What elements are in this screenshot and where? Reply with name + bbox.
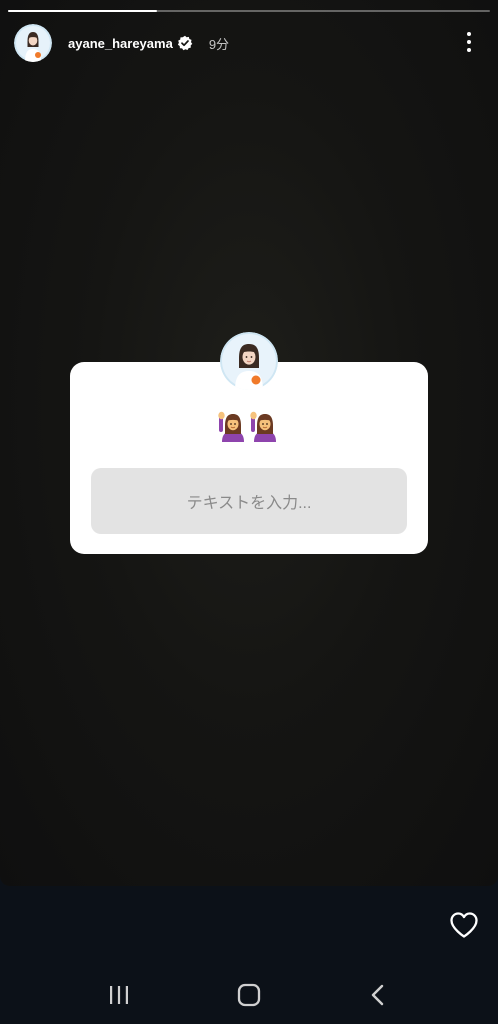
question-text-input[interactable]: テキストを入力...: [91, 468, 407, 534]
back-icon[interactable]: [363, 980, 393, 1010]
story-timestamp: 9分: [208, 36, 230, 52]
more-dot: [467, 48, 471, 52]
instagram-story-screen: ayane_hareyama 9分 テキストを入力...: [0, 0, 498, 1024]
story-header: ayane_hareyama 9分: [14, 24, 229, 62]
user-avatar[interactable]: [14, 24, 52, 62]
sticker-emoji-row: [70, 410, 428, 447]
recent-apps-icon[interactable]: [104, 980, 134, 1010]
raising-hand-emoji-icon: [250, 410, 280, 447]
more-dot: [467, 40, 471, 44]
story-progress-bar: [8, 10, 490, 12]
sticker-avatar: [220, 332, 278, 390]
story-viewer[interactable]: ayane_hareyama 9分 テキストを入力...: [0, 0, 498, 886]
question-sticker: テキストを入力...: [70, 332, 428, 554]
more-options-icon[interactable]: [460, 30, 478, 54]
raising-hand-emoji-icon: [218, 410, 248, 447]
story-progress-fill: [8, 10, 158, 12]
heart-outline-icon[interactable]: [449, 911, 479, 939]
home-icon[interactable]: [234, 980, 264, 1010]
username[interactable]: ayane_hareyama: [68, 36, 173, 51]
verified-badge-icon: [177, 35, 193, 51]
android-navigation-bar: [0, 966, 498, 1024]
more-dot: [467, 32, 471, 36]
